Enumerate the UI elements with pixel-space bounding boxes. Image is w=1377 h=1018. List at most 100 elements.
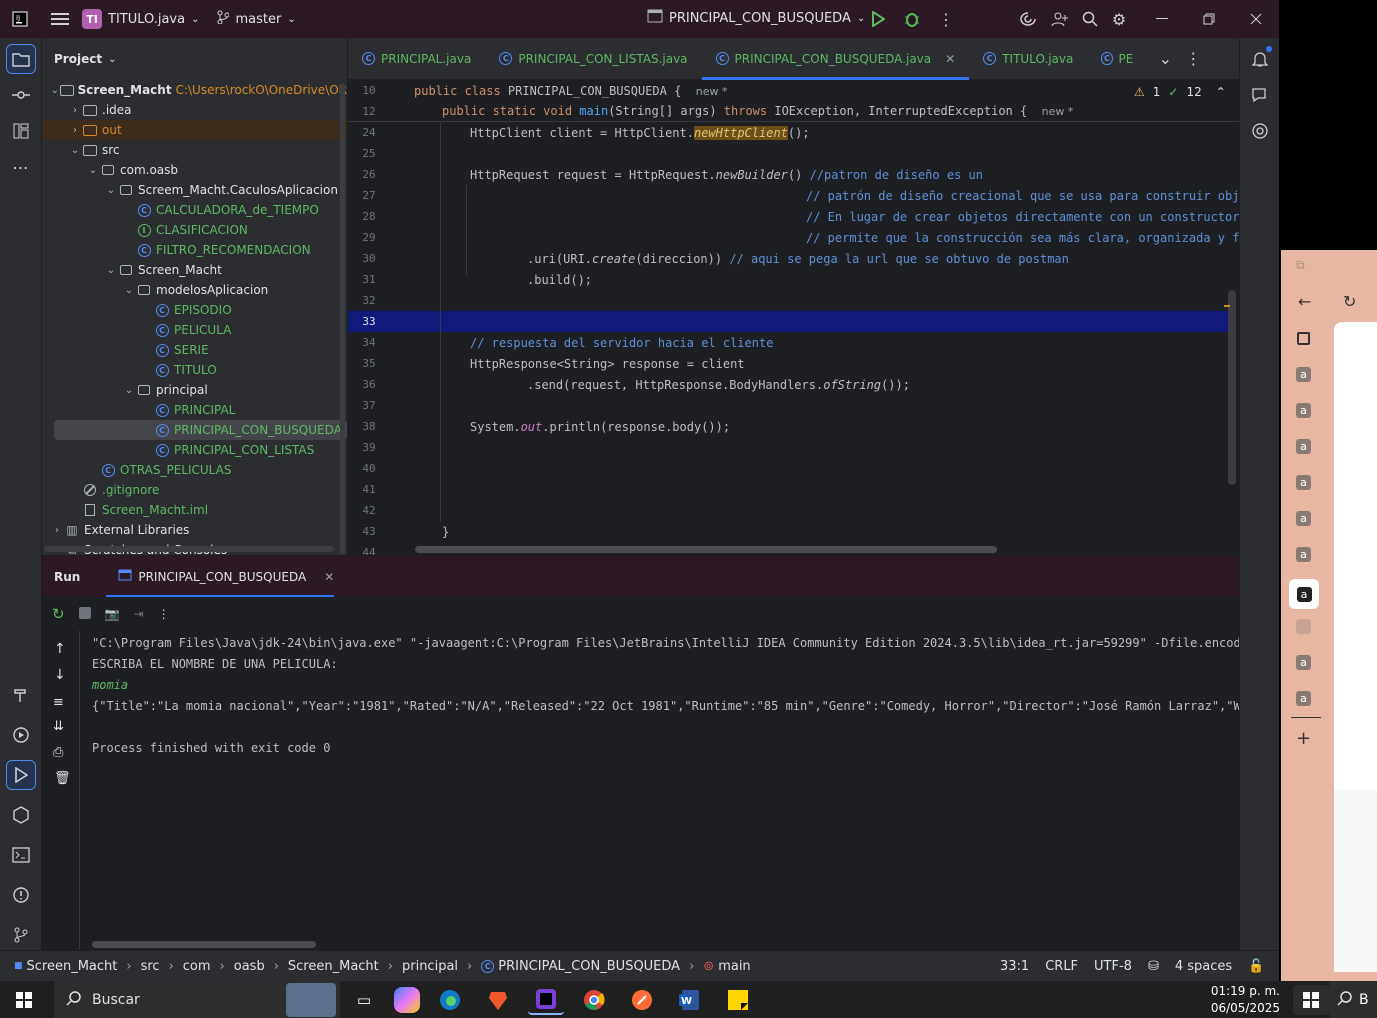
chevron-right-icon[interactable]: › — [68, 125, 82, 136]
amazon-tab-icon[interactable]: a — [1296, 403, 1311, 418]
search-icon[interactable] — [1076, 5, 1104, 33]
close-tab-icon[interactable]: ✕ — [945, 52, 955, 66]
stop-icon[interactable] — [78, 606, 91, 622]
tab-actions-icon[interactable]: ⧉ — [1296, 258, 1305, 273]
more-actions-icon[interactable]: ⋮ — [932, 5, 960, 33]
amazon-tab-icon[interactable]: a — [1296, 367, 1311, 382]
chevron-right-icon[interactable]: › — [68, 105, 82, 116]
breadcrumb-item[interactable]: ■ Screen_Macht — [14, 959, 117, 974]
chrome-icon[interactable] — [576, 985, 612, 1015]
notifications-bell-icon[interactable] — [1245, 44, 1275, 74]
tree-external-libraries[interactable]: › ▥ External Libraries — [42, 520, 347, 540]
tab-overflow[interactable]: C PE — [1087, 38, 1147, 80]
editor-h-scrollbar[interactable] — [415, 546, 997, 553]
tree-folder-src[interactable]: ⌄ src — [42, 140, 347, 160]
tab-principal-con-listas[interactable]: C PRINCIPAL_CON_LISTAS.java — [485, 38, 701, 80]
amazon-tab-icon[interactable]: a — [1296, 655, 1311, 670]
amazon-tab-icon[interactable]: a — [1289, 579, 1319, 609]
caret-position[interactable]: 33:1 — [1000, 959, 1029, 974]
inspector-icon[interactable]: ⛁ — [1148, 959, 1159, 974]
trash-icon[interactable]: 🗑 — [54, 771, 71, 786]
tree-package-com-oasb[interactable]: ⌄ com.oasb — [42, 160, 347, 180]
intellij-taskbar-icon[interactable] — [528, 985, 564, 1015]
amazon-tab-icon[interactable]: a — [1296, 547, 1311, 562]
arrow-up-icon[interactable]: ↑ — [54, 641, 66, 657]
tree-class-calculadora[interactable]: C CALCULADORA_de_TIEMPO — [42, 200, 347, 220]
amazon-tab-icon[interactable]: a — [1296, 475, 1311, 490]
arrow-down-icon[interactable]: ↓ — [54, 667, 66, 683]
more-tools-icon[interactable]: ⋯ — [6, 152, 36, 182]
breadcrumb-item[interactable]: com — [183, 959, 211, 974]
tree-package-modelos[interactable]: ⌄ modelosAplicacion — [42, 280, 347, 300]
tree-class-episodio[interactable]: C EPISODIO — [42, 300, 347, 320]
tab-titulo[interactable]: C TITULO.java — [969, 38, 1087, 80]
tree-class-principal-con-busqueda[interactable]: C PRINCIPAL_CON_BUSQUEDA — [54, 420, 347, 440]
tree-class-principal-con-listas[interactable]: C PRINCIPAL_CON_LISTAS — [42, 440, 347, 460]
close-window-icon[interactable] — [1242, 5, 1270, 33]
tree-file-gitignore[interactable]: .gitignore — [42, 480, 347, 500]
taskbar-search[interactable]: Buscar — [54, 981, 340, 1018]
settings-gear-icon[interactable]: ⚙ — [1105, 5, 1133, 33]
amazon-tab-icon[interactable]: a — [1296, 439, 1311, 454]
tree-class-filtro[interactable]: C FILTRO_RECOMENDACION — [42, 240, 347, 260]
run-tab[interactable]: PRINCIPAL_CON_BUSQUEDA ✕ — [106, 556, 346, 598]
close-tab-icon[interactable]: ✕ — [324, 570, 334, 584]
breadcrumb-item[interactable]: src — [141, 959, 160, 974]
chevron-down-icon[interactable]: ⌄ — [86, 165, 100, 176]
tree-class-serie[interactable]: C SERIE — [42, 340, 347, 360]
tree-class-otras-peliculas[interactable]: C OTRAS_PELICULAS — [42, 460, 347, 480]
chevron-down-icon[interactable]: ⌄ — [1151, 45, 1179, 73]
camera-icon[interactable]: 📷 — [105, 607, 120, 621]
amazon-tab-icon[interactable]: a — [1296, 511, 1311, 526]
run-icon[interactable] — [864, 5, 892, 33]
tree-class-pelicula[interactable]: C PELICULA — [42, 320, 347, 340]
chevron-up-icon[interactable]: ⌃ — [1216, 85, 1226, 99]
breadcrumb-item[interactable]: oasb — [234, 959, 265, 974]
tree-file-iml[interactable]: Screen_Macht.iml — [42, 500, 347, 520]
git-icon[interactable] — [6, 920, 36, 950]
tree-class-principal[interactable]: C PRINCIPAL — [42, 400, 347, 420]
tree-interface-clasificacion[interactable]: I CLASIFICACION — [42, 220, 347, 240]
clock[interactable]: 01:19 p. m. 06/05/2025 — [1190, 983, 1280, 1017]
ai-chat-icon[interactable] — [1245, 80, 1275, 110]
tree-package-caculos[interactable]: ⌄ Screem_Macht.CaculosAplicacion — [42, 180, 347, 200]
breadcrumb-item[interactable]: ⊚ main — [703, 959, 750, 974]
services-icon[interactable] — [6, 720, 36, 750]
file-encoding[interactable]: UTF-8 — [1094, 959, 1132, 974]
word-icon[interactable]: W — [672, 985, 708, 1015]
inspection-widget[interactable]: ⚠1 ✓12 ⌃ ⌄ — [1134, 85, 1239, 99]
chevron-down-icon[interactable]: ⌄ — [122, 385, 136, 396]
soft-wrap-icon[interactable]: ≡ — [53, 695, 64, 710]
windows-start-icon-secondary[interactable] — [1293, 984, 1329, 1015]
browser-tab-icon[interactable] — [1296, 619, 1311, 637]
project-selector[interactable]: TI TITULO.java ⌄ — [82, 9, 199, 29]
run-panel-icon[interactable] — [6, 760, 36, 790]
tree-folder-out[interactable]: › out — [42, 120, 347, 140]
debug-icon[interactable] — [898, 5, 926, 33]
terminal-icon[interactable] — [6, 840, 36, 870]
copilot-icon[interactable] — [394, 986, 420, 1013]
new-tab-plus-icon[interactable]: + — [1296, 728, 1311, 749]
tree-package-screen-macht[interactable]: ⌄ Screen_Macht — [42, 260, 347, 280]
back-arrow-icon[interactable]: ← — [1298, 292, 1311, 311]
more-options-icon[interactable]: ⋮ — [158, 607, 170, 621]
chevron-down-icon[interactable]: ⌄ — [50, 85, 60, 96]
postman-icon[interactable] — [624, 985, 660, 1015]
problems-icon[interactable] — [6, 880, 36, 910]
refresh-icon[interactable]: ↻ — [1343, 292, 1356, 311]
chevron-down-icon[interactable]: ⌄ — [104, 185, 118, 196]
main-menu-icon[interactable] — [46, 5, 74, 33]
project-scrollbar[interactable] — [340, 84, 345, 554]
lock-icon[interactable]: 🔓 — [1248, 959, 1264, 974]
minimize-icon[interactable] — [1148, 5, 1176, 33]
tree-folder-idea[interactable]: › .idea — [42, 100, 347, 120]
add-user-icon[interactable] — [1046, 5, 1074, 33]
print-icon[interactable]: ⎙ — [53, 745, 63, 760]
build-hammer-icon[interactable] — [6, 680, 36, 710]
chevron-down-icon[interactable]: ⌄ — [122, 285, 136, 296]
console-output[interactable]: "C:\Program Files\Java\jdk-24\bin\java.e… — [80, 631, 1239, 950]
intellij-logo-icon[interactable]: IJ — [6, 5, 34, 33]
tree-root-module[interactable]: ⌄ Screen_Macht C:\Users\rockO\OneDrive\OR — [42, 80, 347, 100]
ai-assistant-spiral-icon[interactable] — [1245, 116, 1275, 146]
tab-principal-con-busqueda[interactable]: C PRINCIPAL_CON_BUSQUEDA.java ✕ — [701, 38, 970, 80]
